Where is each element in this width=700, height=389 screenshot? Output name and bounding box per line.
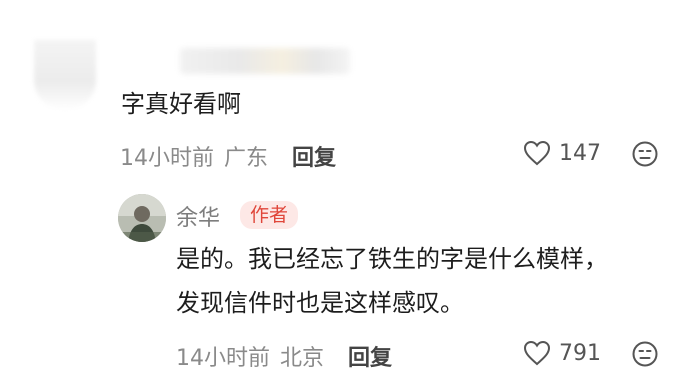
reply-dislike-button[interactable] — [631, 340, 659, 372]
reply-time: 14小时前 — [176, 346, 270, 371]
comment-time: 14小时前 — [120, 146, 214, 171]
unhappy-face-icon — [632, 141, 658, 167]
comment-like-button[interactable]: 147 — [523, 140, 601, 166]
author-name[interactable]: 余华 — [176, 200, 220, 232]
comment-text: 字真好看啊 — [121, 90, 241, 118]
comment-meta: 14小时前 广东 回复 — [120, 140, 336, 172]
author-photo — [118, 194, 166, 242]
blurred-username — [180, 48, 350, 74]
heart-outline-icon — [523, 340, 551, 366]
heart-outline-icon — [523, 140, 551, 166]
comment-dislike-button[interactable] — [631, 140, 659, 172]
reply-meta: 14小时前 北京 回复 — [176, 340, 392, 372]
reply-location: 北京 — [280, 346, 325, 371]
reply-like-button[interactable]: 791 — [523, 340, 601, 366]
comment-location: 广东 — [224, 146, 269, 171]
reply-reply-button[interactable]: 回复 — [348, 340, 392, 372]
author-avatar[interactable] — [118, 194, 166, 242]
reply-text-line-2: 发现信件时也是这样感叹。 — [176, 289, 464, 317]
reply-text-line-1: 是的。我已经忘了铁生的字是什么模样， — [176, 245, 608, 273]
comment-like-count: 147 — [559, 140, 601, 166]
reply-like-count: 791 — [559, 340, 601, 366]
unhappy-face-icon — [632, 341, 658, 367]
blurred-avatar — [34, 40, 96, 110]
author-badge: 作者 — [240, 201, 299, 229]
comment-reply-button[interactable]: 回复 — [292, 140, 336, 172]
